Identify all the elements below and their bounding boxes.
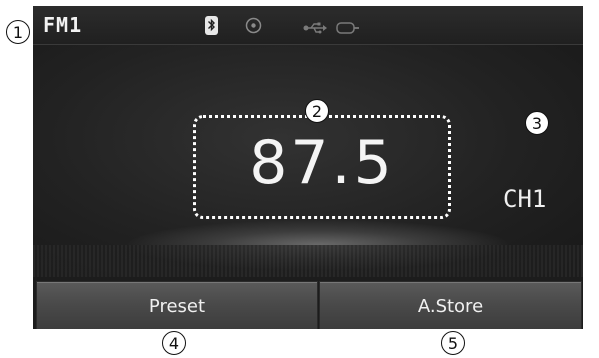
callout-3-label: 3	[531, 113, 543, 133]
callout-4: 4	[162, 331, 186, 355]
callout-2-label: 2	[311, 101, 323, 121]
callout-5: 5	[441, 331, 465, 355]
callout-4-label: 4	[168, 333, 180, 353]
preset-button[interactable]: Preset	[36, 281, 318, 329]
aux-icon	[336, 19, 360, 38]
grille-pattern	[33, 245, 583, 277]
frequency-readout: 87.5	[249, 128, 395, 198]
astore-button[interactable]: A.Store	[319, 281, 582, 329]
status-bar: FM1	[33, 6, 583, 45]
figure: 1 FM1 87.5 CH1 Preset A.Store 2 3 4 5	[0, 0, 599, 358]
channel-label: CH1	[503, 185, 547, 213]
disc-icon	[245, 17, 262, 38]
bluetooth-icon	[205, 16, 218, 39]
callout-1-label: 1	[12, 22, 24, 42]
callout-5-label: 5	[447, 333, 459, 353]
astore-button-label: A.Store	[417, 295, 484, 317]
preset-button-label: Preset	[148, 295, 206, 317]
callout-2: 2	[305, 99, 329, 123]
radio-screen: FM1 87.5 CH1 Preset A.Store	[33, 6, 583, 329]
frequency-highlight-box[interactable]: 87.5	[193, 115, 451, 219]
callout-3: 3	[525, 111, 549, 135]
tuner-display: 87.5 CH1	[33, 45, 583, 277]
callout-1: 1	[6, 20, 30, 44]
usb-icon	[303, 19, 327, 38]
band-label: FM1	[43, 13, 83, 37]
